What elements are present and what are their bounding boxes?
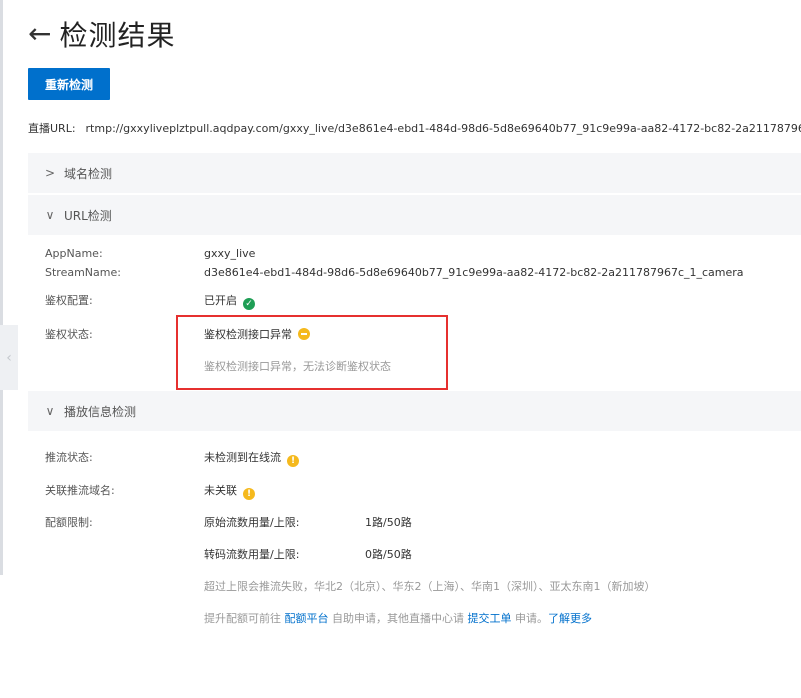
quota-label: 配额限制: bbox=[45, 516, 93, 529]
stream-name-label: StreamName: bbox=[45, 266, 121, 279]
push-status-value: 未检测到在线流 bbox=[204, 451, 281, 464]
transcode-stream-label: 转码流数用量/上限: bbox=[204, 548, 300, 561]
section-url-title: URL检测 bbox=[64, 208, 112, 223]
original-stream-label: 原始流数用量/上限: bbox=[204, 516, 300, 529]
check-circle-icon: ✓ bbox=[243, 298, 255, 310]
app-name-label: AppName: bbox=[45, 247, 103, 260]
linked-domain-label: 关联推流域名: bbox=[45, 484, 115, 497]
stream-url-value: rtmp://gxxyliveplztpull.aqdpay.com/gxxy_… bbox=[85, 122, 801, 135]
section-playback-header[interactable]: ∨ 播放信息检测 bbox=[28, 391, 801, 431]
original-stream-value: 1路/50路 bbox=[365, 516, 412, 529]
limit-note: 超过上限会推流失败，华北2（北京）、华东2（上海）、华南1（深圳）、亚太东南1（… bbox=[204, 580, 656, 593]
page-title: ← 检测结果 bbox=[28, 14, 175, 54]
stream-name-value: d3e861e4-ebd1-484d-98d6-5d8e69640b77_91c… bbox=[204, 266, 744, 279]
section-playback-title: 播放信息检测 bbox=[64, 404, 137, 419]
chevron-down-icon: ∨ bbox=[45, 404, 55, 418]
warning-icon: ! bbox=[243, 488, 255, 500]
upgrade-note: 提升配额可前往 配额平台 自助申请，其他直播中心请 提交工单 申请。了解更多 bbox=[204, 610, 592, 626]
sidebar-collapse-toggle[interactable]: ‹ bbox=[0, 325, 18, 390]
upgrade-suffix: 申请。 bbox=[515, 612, 548, 625]
section-domain-header[interactable]: > 域名检测 bbox=[28, 153, 801, 193]
chevron-right-icon: > bbox=[44, 166, 56, 180]
upgrade-middle: 自助申请，其他直播中心请 bbox=[332, 612, 464, 625]
app-name-value: gxxy_live bbox=[204, 247, 256, 260]
page-title-text: 检测结果 bbox=[59, 19, 176, 52]
highlight-box bbox=[176, 315, 448, 390]
auth-config-value-row: 已开启 ✓ bbox=[204, 292, 255, 310]
auth-config-label: 鉴权配置: bbox=[45, 294, 93, 307]
linked-domain-value: 未关联 bbox=[204, 484, 237, 497]
recheck-button[interactable]: 重新检测 bbox=[28, 68, 110, 100]
upgrade-prefix: 提升配额可前往 bbox=[204, 612, 281, 625]
chevron-left-icon: ‹ bbox=[6, 349, 12, 366]
chevron-down-icon: ∨ bbox=[45, 208, 55, 222]
transcode-stream-value: 0路/50路 bbox=[365, 548, 412, 561]
auth-config-value: 已开启 bbox=[204, 294, 237, 307]
quota-platform-link[interactable]: 配额平台 bbox=[285, 612, 329, 625]
stream-url-line: 直播URL: rtmp://gxxyliveplztpull.aqdpay.com… bbox=[28, 120, 801, 136]
submit-ticket-link[interactable]: 提交工单 bbox=[468, 612, 512, 625]
left-edge-bar bbox=[0, 0, 3, 575]
auth-status-label: 鉴权状态: bbox=[45, 328, 93, 341]
learn-more-link[interactable]: 了解更多 bbox=[548, 612, 592, 625]
push-status-value-row: 未检测到在线流! bbox=[204, 449, 299, 467]
push-status-label: 推流状态: bbox=[45, 451, 93, 464]
warning-icon: ! bbox=[287, 455, 299, 467]
section-url-header[interactable]: ∨ URL检测 bbox=[28, 195, 801, 235]
linked-domain-value-row: 未关联! bbox=[204, 482, 255, 500]
section-domain-title: 域名检测 bbox=[64, 166, 113, 181]
stream-url-label: 直播URL: bbox=[28, 122, 76, 135]
back-arrow-icon[interactable]: ← bbox=[28, 20, 51, 48]
